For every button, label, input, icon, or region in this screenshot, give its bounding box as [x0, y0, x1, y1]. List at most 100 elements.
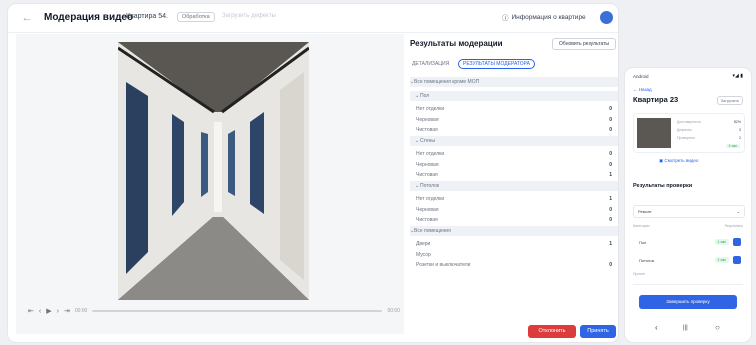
phone-status-icons: ▾◢ ▮	[732, 73, 744, 79]
refresh-results-button[interactable]: Обновить результаты	[551, 38, 616, 50]
list-item[interactable]: Пол 1 час	[633, 236, 743, 250]
result-row: Розетки и выключатели 0	[410, 260, 618, 270]
result-value: 1	[609, 241, 612, 247]
nav-home-icon[interactable]: ○	[715, 323, 720, 332]
apartment-card[interactable]: Достоверность 82% Дефекты 3 Проверено 2 1 ч…	[633, 113, 745, 153]
result-value: 0	[609, 127, 612, 133]
chevron-down-icon[interactable]: ⌄	[415, 138, 419, 144]
panel-title: Результаты модерации	[410, 39, 503, 48]
result-row: Черновая 0	[410, 205, 618, 215]
card-line: Дефекты 3	[677, 128, 741, 132]
result-label: Чистовая	[416, 127, 438, 133]
chevron-down-icon[interactable]: ⌄	[415, 93, 419, 99]
finish-check-button[interactable]: Завершить проверку	[639, 295, 737, 309]
result-section[interactable]: ⌄ Все помещения	[410, 225, 618, 236]
result-label: Пол	[420, 92, 430, 99]
apartment-info-button[interactable]: ⓘ Информация о квартире	[502, 12, 586, 23]
status-chip: Обработка	[177, 12, 215, 22]
breadcrumb[interactable]: Квартира 54.	[126, 13, 168, 20]
result-value: 0	[609, 161, 612, 168]
tab-moderator-results[interactable]: РЕЗУЛЬТАТЫ МОДЕРАТОРА	[458, 59, 535, 69]
result-section[interactable]: ⌄ Стены	[410, 135, 618, 146]
android-nav-bar: ‹ ||| ○	[625, 320, 751, 338]
timeline-scrubber[interactable]	[92, 310, 383, 312]
result-value: 0	[609, 262, 612, 268]
nav-back-icon[interactable]: ‹	[655, 323, 658, 332]
result-value: 0	[609, 206, 612, 213]
time-total: 00:00	[387, 308, 400, 314]
checkbox[interactable]	[733, 238, 741, 246]
result-label: Чистовая	[416, 217, 438, 223]
list-item[interactable]: Потолок 1 час	[633, 254, 743, 268]
play-icon[interactable]: ▶	[46, 307, 51, 315]
prev-frame-icon[interactable]: ‹	[39, 308, 41, 315]
phone-upload-badge[interactable]: Загрузить	[716, 96, 743, 105]
phone-status-left: Android	[633, 74, 649, 79]
moderation-panel: Результаты модерации Обновить результаты…	[410, 34, 618, 342]
result-label: Розетки и выключатели	[416, 262, 471, 268]
info-icon: ⓘ	[502, 15, 509, 22]
results-section-title: Результаты проверки	[633, 183, 693, 189]
result-label: Черновая	[416, 161, 439, 168]
video-player[interactable]	[118, 42, 309, 300]
result-label: Нет отделки	[416, 196, 445, 202]
card-line: Достоверность 82%	[677, 120, 741, 124]
skip-start-icon[interactable]: ⇤	[28, 307, 34, 315]
video-stage: ⇤ ‹ ▶ › ⇥ 00:00 00:00	[16, 34, 404, 334]
info-label: Информация о квартире	[511, 13, 586, 21]
chevron-down-icon: ⌄	[736, 209, 740, 214]
next-frame-icon[interactable]: ›	[57, 308, 59, 315]
result-value: 1	[609, 172, 612, 178]
result-row: Мусор	[410, 250, 618, 260]
chevron-down-icon[interactable]: ⌄	[415, 183, 419, 189]
reject-button[interactable]: Отклонить	[528, 325, 576, 338]
result-row: Черновая 0	[410, 160, 618, 170]
tab-bar: ДЕТАЛИЗАЦИЯ РЕЗУЛЬТАТЫ МОДЕРАТОРА	[410, 58, 610, 70]
result-row: Нет отделки 0	[410, 149, 618, 159]
result-row: Черновая 0	[410, 115, 618, 125]
phone-back-link[interactable]: ← Назад	[633, 87, 652, 92]
result-row: Чистовая 0	[410, 125, 618, 135]
result-section[interactable]: ⌄ Потолок	[410, 180, 618, 191]
result-label: Чистовая	[416, 172, 438, 178]
result-label: Потолок	[420, 182, 440, 189]
page-title: Модерация видео	[44, 12, 134, 23]
mobile-preview: Android ▾◢ ▮ ← Назад Квартира 23 Загрузи…	[625, 68, 751, 342]
video-controls: ⇤ ‹ ▶ › ⇥ 00:00 00:00	[28, 304, 400, 318]
download-defects-link[interactable]: Загрузить дефекты	[222, 13, 276, 19]
watch-video-link[interactable]: ▣ Смотреть видео	[659, 158, 698, 164]
tab-details[interactable]: ДЕТАЛИЗАЦИЯ	[412, 61, 449, 67]
skip-end-icon[interactable]: ⇥	[64, 307, 70, 315]
result-label: Мусор	[416, 251, 431, 258]
result-value: 1	[609, 196, 612, 202]
result-value: 0	[609, 106, 612, 112]
checkbox[interactable]	[733, 256, 741, 264]
video-thumbnail	[637, 118, 671, 148]
result-row: Нет отделки 0	[410, 104, 618, 114]
avatar[interactable]	[600, 11, 613, 24]
result-label: Двери	[416, 241, 431, 247]
result-section[interactable]: ⌄ Пол	[410, 90, 618, 101]
category-select[interactable]: Ремонт ⌄	[633, 205, 745, 218]
result-value: 0	[609, 217, 612, 223]
result-label: Все помещения	[414, 227, 451, 234]
result-label: Черновая	[416, 116, 439, 123]
result-label: Нет отделки	[416, 106, 445, 112]
result-row: Чистовая 0	[410, 215, 618, 225]
result-row: Чистовая 1	[410, 170, 618, 180]
result-value: 0	[609, 116, 612, 123]
result-value: 0	[609, 151, 612, 157]
table-header: Категории Результаты	[633, 224, 743, 228]
back-arrow-icon[interactable]: ←	[20, 11, 34, 25]
accept-button[interactable]: Принять	[580, 325, 616, 338]
nav-recents-icon[interactable]: |||	[683, 325, 688, 331]
result-label: Все помещения кроме МОП	[414, 79, 480, 85]
desktop-window: ← Модерация видео Квартира 54. Обработка…	[8, 4, 618, 342]
note-field[interactable]: Прочее	[633, 272, 743, 285]
result-label: Стены	[420, 137, 435, 144]
result-row: Нет отделки 1	[410, 194, 618, 204]
card-line: Проверено 2	[677, 136, 741, 140]
result-row: Двери 1	[410, 239, 618, 249]
result-section[interactable]: ⌄ Все помещения кроме МОП	[410, 77, 618, 87]
top-bar: ← Модерация видео Квартира 54. Обработка…	[8, 4, 618, 33]
